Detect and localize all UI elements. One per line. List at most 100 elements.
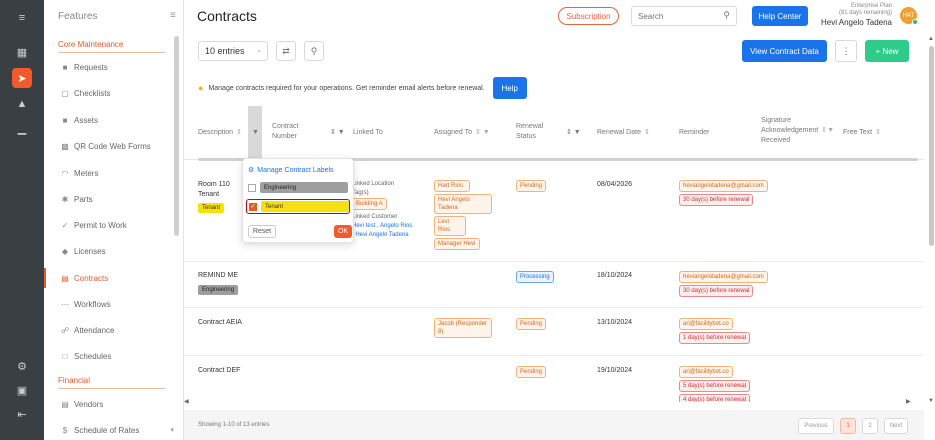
info-notice: ● Manage contracts required for your ope… xyxy=(198,76,910,100)
more-options-button[interactable]: ⋮ xyxy=(835,40,857,62)
meter-icon: ◠ xyxy=(61,168,69,178)
reset-button[interactable]: Reset xyxy=(248,225,276,238)
package-icon[interactable]: ▣ xyxy=(12,380,32,400)
sidebar-header: Features xyxy=(58,11,98,22)
sidebar-item-schedule-of-rates[interactable]: $ Schedule of Rates ▾ xyxy=(58,420,180,440)
sidebar-item-checklists[interactable]: ▢ Checklists xyxy=(58,83,180,103)
plan-name: Enterprise Plan xyxy=(850,3,892,9)
engineering-checkbox[interactable] xyxy=(248,183,256,192)
row-renewal-status: Processing xyxy=(516,271,554,283)
next-page-button[interactable]: Next xyxy=(884,418,908,434)
tenant-checkbox[interactable]: ✓ xyxy=(249,202,257,211)
row-renewal-date: 08/04/2026 xyxy=(597,181,633,188)
rocket-icon[interactable]: ➤ xyxy=(12,68,32,88)
sidebar-item-parts[interactable]: ✱ Parts xyxy=(58,189,180,209)
page-1-button[interactable]: 1 xyxy=(840,418,856,434)
lightbulb-icon: ● xyxy=(198,83,204,93)
sidebar-item-workflows[interactable]: ⋯ Workflows xyxy=(58,294,180,314)
status-badge: Pending xyxy=(516,318,547,330)
notice-help-button[interactable]: Help xyxy=(492,77,527,99)
sidebar-item-licenses[interactable]: ◆ Licenses xyxy=(58,241,180,261)
chevron-down-icon: ⌄ xyxy=(256,47,262,54)
parts-icon: ✱ xyxy=(61,194,69,204)
table-row[interactable]: Contract DEF Pending 19/10/2024 ari@faci… xyxy=(184,356,924,402)
sidebar-collapse-icon[interactable]: ≡ xyxy=(170,10,176,21)
page-vertical-scrollbar[interactable]: ▲ ▼ xyxy=(928,36,935,406)
description-filter-icon[interactable]: ▼ xyxy=(252,128,259,138)
table-footer: Showing 1-10 of 13 entries Previous 1 2 … xyxy=(184,410,924,440)
col-signature-acknowledgement[interactable]: Signature Acknowledgement ⇕▼ Received xyxy=(761,116,834,146)
entries-info: Showing 1-10 of 13 entries xyxy=(198,422,270,428)
settings-gear-icon[interactable]: ⚙ xyxy=(12,356,32,376)
col-linked-to[interactable]: Linked To xyxy=(353,128,383,138)
sidebar-item-requests[interactable]: ■ Requests xyxy=(58,57,180,77)
row-linked-to: Linked Location Tag(s) Building A Linked… xyxy=(352,181,413,240)
entries-select[interactable]: 10 entries ⌄ xyxy=(198,41,268,61)
scroll-thumb[interactable] xyxy=(929,46,934,246)
reports-icon[interactable]: ▁ xyxy=(12,118,32,138)
col-reminder[interactable]: Reminder xyxy=(679,128,709,138)
col-description[interactable]: Description ⇕ xyxy=(198,128,242,138)
page-2-button[interactable]: 2 xyxy=(862,418,878,434)
col-assigned-to[interactable]: Assigned To ⇕ ▼ xyxy=(434,128,490,138)
row-assigned-to: Hart Rios Hevi Angelo Tadena Levi Rios M… xyxy=(434,180,494,252)
sidebar-item-assets[interactable]: ■ Assets xyxy=(58,110,180,130)
user-name[interactable]: Hevi Angelo Tadena xyxy=(816,18,892,28)
menu-toggle-icon[interactable]: ≡ xyxy=(12,8,32,28)
col-free-text[interactable]: Free Text ⇕ xyxy=(843,128,881,138)
sort-icon[interactable]: ⇕ ▼ xyxy=(475,129,490,136)
new-contract-button[interactable]: + New xyxy=(865,40,909,62)
label-option-engineering[interactable]: Engineering xyxy=(248,180,348,195)
section-financial: Financial xyxy=(58,376,166,389)
column-settings-button[interactable]: ⇄ xyxy=(276,41,296,61)
linked-customer-link[interactable]: , Hevi Angelo Tadena xyxy=(352,231,412,240)
renewal-status-sort-icon[interactable]: ⇕ ▼ xyxy=(566,128,581,138)
sidebar-item-schedules[interactable]: □ Schedules xyxy=(58,346,180,366)
sidebar-item-attendance[interactable]: ☍ Attendance xyxy=(58,320,180,340)
sidebar-item-vendors[interactable]: ▤ Vendors xyxy=(58,394,180,414)
col-renewal-status[interactable]: Renewal Status xyxy=(516,122,543,142)
search-input[interactable] xyxy=(632,7,712,25)
permit-icon: ✓ xyxy=(61,220,69,230)
col-contract-number[interactable]: Contract Number xyxy=(272,122,298,142)
sidebar-item-contracts[interactable]: ▤ Contracts xyxy=(44,268,180,288)
avatar[interactable]: HAT xyxy=(900,7,918,25)
view-contract-data-button[interactable]: View Contract Data xyxy=(742,40,827,62)
row-renewal-status: Pending xyxy=(516,318,547,330)
table-horizontal-scrollbar[interactable]: ◀ ▶ xyxy=(184,398,924,407)
ok-button[interactable]: OK xyxy=(334,225,352,238)
linked-customer-link[interactable]: Hevi test , Angelo Rios xyxy=(352,222,412,231)
table-search-button[interactable]: ⚲ xyxy=(304,41,324,61)
sort-icon[interactable]: ⇕▼ xyxy=(821,127,834,134)
col-renewal-date[interactable]: Renewal Date ⇕ xyxy=(597,128,650,138)
label-option-tenant[interactable]: ✓ Tenant xyxy=(246,199,350,214)
table-row[interactable]: Contract AEIA Jacob (Responder 8) Pendin… xyxy=(184,308,924,356)
sort-icon[interactable]: ⇕ xyxy=(644,129,650,136)
search-icon: ⚲ xyxy=(310,45,318,56)
dashboard-icon[interactable]: ▦ xyxy=(12,42,32,62)
search-icon[interactable]: ⚲ xyxy=(723,10,730,21)
online-status-dot xyxy=(912,19,918,25)
sort-icon[interactable]: ⇕ xyxy=(236,129,242,136)
subscription-button[interactable]: Subscription xyxy=(558,7,619,25)
analytics-icon[interactable]: ▲ xyxy=(12,94,32,114)
scroll-down-icon[interactable]: ▼ xyxy=(928,398,934,404)
help-center-button[interactable]: Help Center xyxy=(752,6,808,26)
sort-icon[interactable]: ⇕ xyxy=(875,129,881,136)
contract-number-sort-icon[interactable]: ⇕ ▼ xyxy=(330,128,345,138)
sidebar-item-permit-to-work[interactable]: ✓ Permit to Work xyxy=(58,215,180,235)
manage-labels-link[interactable]: ⚙ Manage Contract Labels xyxy=(248,166,334,175)
row-renewal-date: 13/10/2024 xyxy=(597,319,633,326)
sidebar-item-qr-code-web-forms[interactable]: ▩ QR Code Web Forms xyxy=(58,136,180,156)
logout-icon[interactable]: ⇤ xyxy=(12,404,32,424)
scroll-right-icon[interactable]: ▶ xyxy=(906,398,911,405)
table-row[interactable]: REMIND ME Engineering Processing 18/10/2… xyxy=(184,262,924,308)
label-filter-popup: ⚙ Manage Contract Labels Engineering ✓ T… xyxy=(242,158,354,243)
scroll-left-icon[interactable]: ◀ xyxy=(184,398,189,405)
sidebar-item-meters[interactable]: ◠ Meters xyxy=(58,163,180,183)
row-description: Room 110 Tenant Tenant xyxy=(198,181,230,213)
scroll-up-icon[interactable]: ▲ xyxy=(928,36,934,42)
label-tag: Tenant xyxy=(198,203,225,213)
qr-icon: ▩ xyxy=(61,141,69,151)
previous-page-button[interactable]: Previous xyxy=(798,418,834,434)
